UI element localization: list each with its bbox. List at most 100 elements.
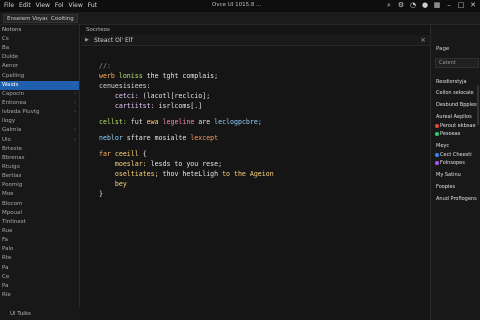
sidebar-item[interactable]: Fa <box>0 236 79 245</box>
code-token: //: <box>99 62 111 70</box>
right-panel-item-label: Anud Proflogens <box>436 196 477 202</box>
menu-item[interactable]: Fut <box>88 2 97 9</box>
sidebar-item-label: Poomig <box>2 182 23 189</box>
code-token: ceeill <box>114 150 143 158</box>
grid-icon[interactable]: ▦ <box>433 1 441 10</box>
right-panel-item[interactable]: Anud Proflogens <box>436 195 477 203</box>
close-icon[interactable]: ✕ <box>469 1 477 10</box>
code-token: isrlcoms[.] <box>158 102 203 110</box>
sidebar-item-label: Dulde <box>2 54 19 61</box>
sidebar-item[interactable]: Ivbeda Piuvtg › <box>0 108 79 117</box>
right-panel-item[interactable]: Cellon selocale <box>436 89 474 97</box>
sidebar-item[interactable]: Palo <box>0 245 79 254</box>
sidebar-item[interactable]: Moe <box>0 190 79 199</box>
settings-icon[interactable]: ⚙ <box>397 1 405 10</box>
code-token: leclogpcbre; <box>214 118 262 126</box>
sidebar-item[interactable]: Cpelling <box>0 72 79 81</box>
right-panel-item[interactable]: Foopies <box>436 183 455 191</box>
toolbar: Enseiem Voyae! Coolting <box>0 12 480 25</box>
minimize-icon[interactable]: – <box>445 1 453 10</box>
toolbar-tab[interactable]: Coolting <box>47 14 78 23</box>
right-panel-item-label: Foopies <box>436 184 456 190</box>
window-title: Ovce UI 1015.8 ... <box>212 2 262 8</box>
close-tab-icon[interactable]: × <box>420 36 426 44</box>
window-controls: ⌕ ⚙ ◔ ● ▦ – □ ✕ <box>385 1 477 10</box>
scrollbar[interactable] <box>477 85 479 125</box>
sidebar-item[interactable]: Rle <box>0 291 79 300</box>
maximize-icon[interactable]: □ <box>457 1 465 10</box>
sidebar-item-label: Palo <box>2 246 14 253</box>
right-panel-item[interactable]: Resdiorstyja <box>436 78 467 86</box>
sidebar-item[interactable]: Pa <box>0 282 79 291</box>
code-token: are <box>198 118 215 126</box>
right-panel-item-label: Folnsopes <box>440 160 465 166</box>
sidebar-item[interactable]: Bbrenas <box>0 154 79 163</box>
code-line: cetci: (lacotl[reclcio]; <box>99 91 210 101</box>
sidebar-title: Notons <box>2 27 22 33</box>
sidebar-item[interactable]: Pa <box>0 264 79 273</box>
sidebar-item[interactable]: llogy <box>0 117 79 126</box>
sidebar-item[interactable]: Mpoual <box>0 209 79 218</box>
right-panel-item[interactable]: Desbund Bpplest <box>436 101 479 109</box>
sidebar-item[interactable]: Waids › <box>0 80 79 90</box>
sidebar-item-label: Bertias <box>2 173 22 180</box>
menu-item[interactable]: View <box>36 2 50 9</box>
right-panel-search[interactable]: Catent <box>435 58 479 68</box>
code-token: moeslar: <box>99 160 151 168</box>
right-panel-item[interactable]: Aureal Aeplios <box>436 113 472 121</box>
bell-icon[interactable]: ◔ <box>409 1 417 10</box>
sidebar-item[interactable]: Poomig <box>0 181 79 190</box>
code-token: cartiitst: <box>99 102 159 110</box>
right-panel-item-label: Pesoeas <box>440 131 461 137</box>
sidebar-item-label: Pa <box>2 282 9 289</box>
account-icon[interactable]: ● <box>421 1 429 10</box>
sidebar-item[interactable]: Rte <box>0 254 79 263</box>
sidebar-item[interactable]: Aenor <box>0 62 79 71</box>
menu-item[interactable]: Fol <box>55 2 64 9</box>
sidebar-item[interactable]: Galmla › <box>0 126 79 135</box>
sidebar-item-label: Aenor <box>2 63 19 70</box>
code-token: lesds to you rese; <box>150 160 223 168</box>
right-panel-item[interactable]: Pesoeas <box>435 130 461 138</box>
chevron-right-icon: › <box>74 99 76 106</box>
sidebar-item[interactable]: Entionea › <box>0 99 79 108</box>
chevron-right-icon: › <box>74 90 76 97</box>
sidebar-list: Cs Ba Dulde Aenor Cpelling Waids › Capocin › Enti… <box>0 35 79 300</box>
sidebar-item[interactable]: Ce <box>0 273 79 282</box>
sidebar-item-label: llogy <box>2 118 16 125</box>
status-label: Ul Tuiks <box>10 311 31 317</box>
chevron-right-icon: › <box>74 136 76 143</box>
right-panel-item[interactable]: Folnsopes <box>435 159 465 167</box>
sidebar-item-label: Ulo <box>2 136 11 143</box>
code-token: ewa <box>146 118 163 126</box>
sidebar-item[interactable]: Brteste <box>0 145 79 154</box>
sidebar-item[interactable]: Blocom <box>0 200 79 209</box>
right-panel-item[interactable]: Cect Cheesti <box>435 151 472 159</box>
right-panel-item-label: Perout ekbsae <box>440 123 476 129</box>
sidebar-item[interactable]: Cs <box>0 35 79 44</box>
sidebar-item[interactable]: Dulde <box>0 53 79 62</box>
right-panel-item[interactable]: My Satinu <box>436 171 461 179</box>
sidebar-item[interactable]: Rtuigo <box>0 163 79 172</box>
code-line: oseltiates; thov heteLligh to the Ageion <box>99 169 274 179</box>
search-icon[interactable]: ⌕ <box>385 1 393 10</box>
editor-tab[interactable]: ▶ Steact Ol' Elf × <box>81 35 430 46</box>
right-panel-item[interactable]: Perout ekbsae <box>435 122 476 130</box>
menu-item[interactable]: View <box>69 2 83 9</box>
sidebar-item-label: Mpoual <box>2 209 22 216</box>
sidebar: Notons Cs Ba Dulde Aenor Cpelling Waids › Capoc… <box>0 25 80 320</box>
code-token: neblor <box>99 134 127 142</box>
chevron-right-icon: ▶ <box>85 37 89 43</box>
right-panel-item[interactable]: Meyc <box>436 142 449 150</box>
menu-bar: File Edit View Fol View Fut <box>4 2 97 9</box>
menu-item[interactable]: Edit <box>19 2 31 9</box>
sidebar-item[interactable]: Tintinest <box>0 218 79 227</box>
right-panel-title: Page <box>436 46 450 52</box>
menu-item[interactable]: File <box>4 2 14 9</box>
sidebar-item[interactable]: Rue <box>0 227 79 236</box>
sidebar-item[interactable]: Capocin › <box>0 90 79 99</box>
sidebar-item[interactable]: Bertias <box>0 172 79 181</box>
sidebar-item[interactable]: Ulo › <box>0 136 79 145</box>
sidebar-item-label: Waids <box>2 81 19 88</box>
sidebar-item[interactable]: Ba <box>0 44 79 53</box>
